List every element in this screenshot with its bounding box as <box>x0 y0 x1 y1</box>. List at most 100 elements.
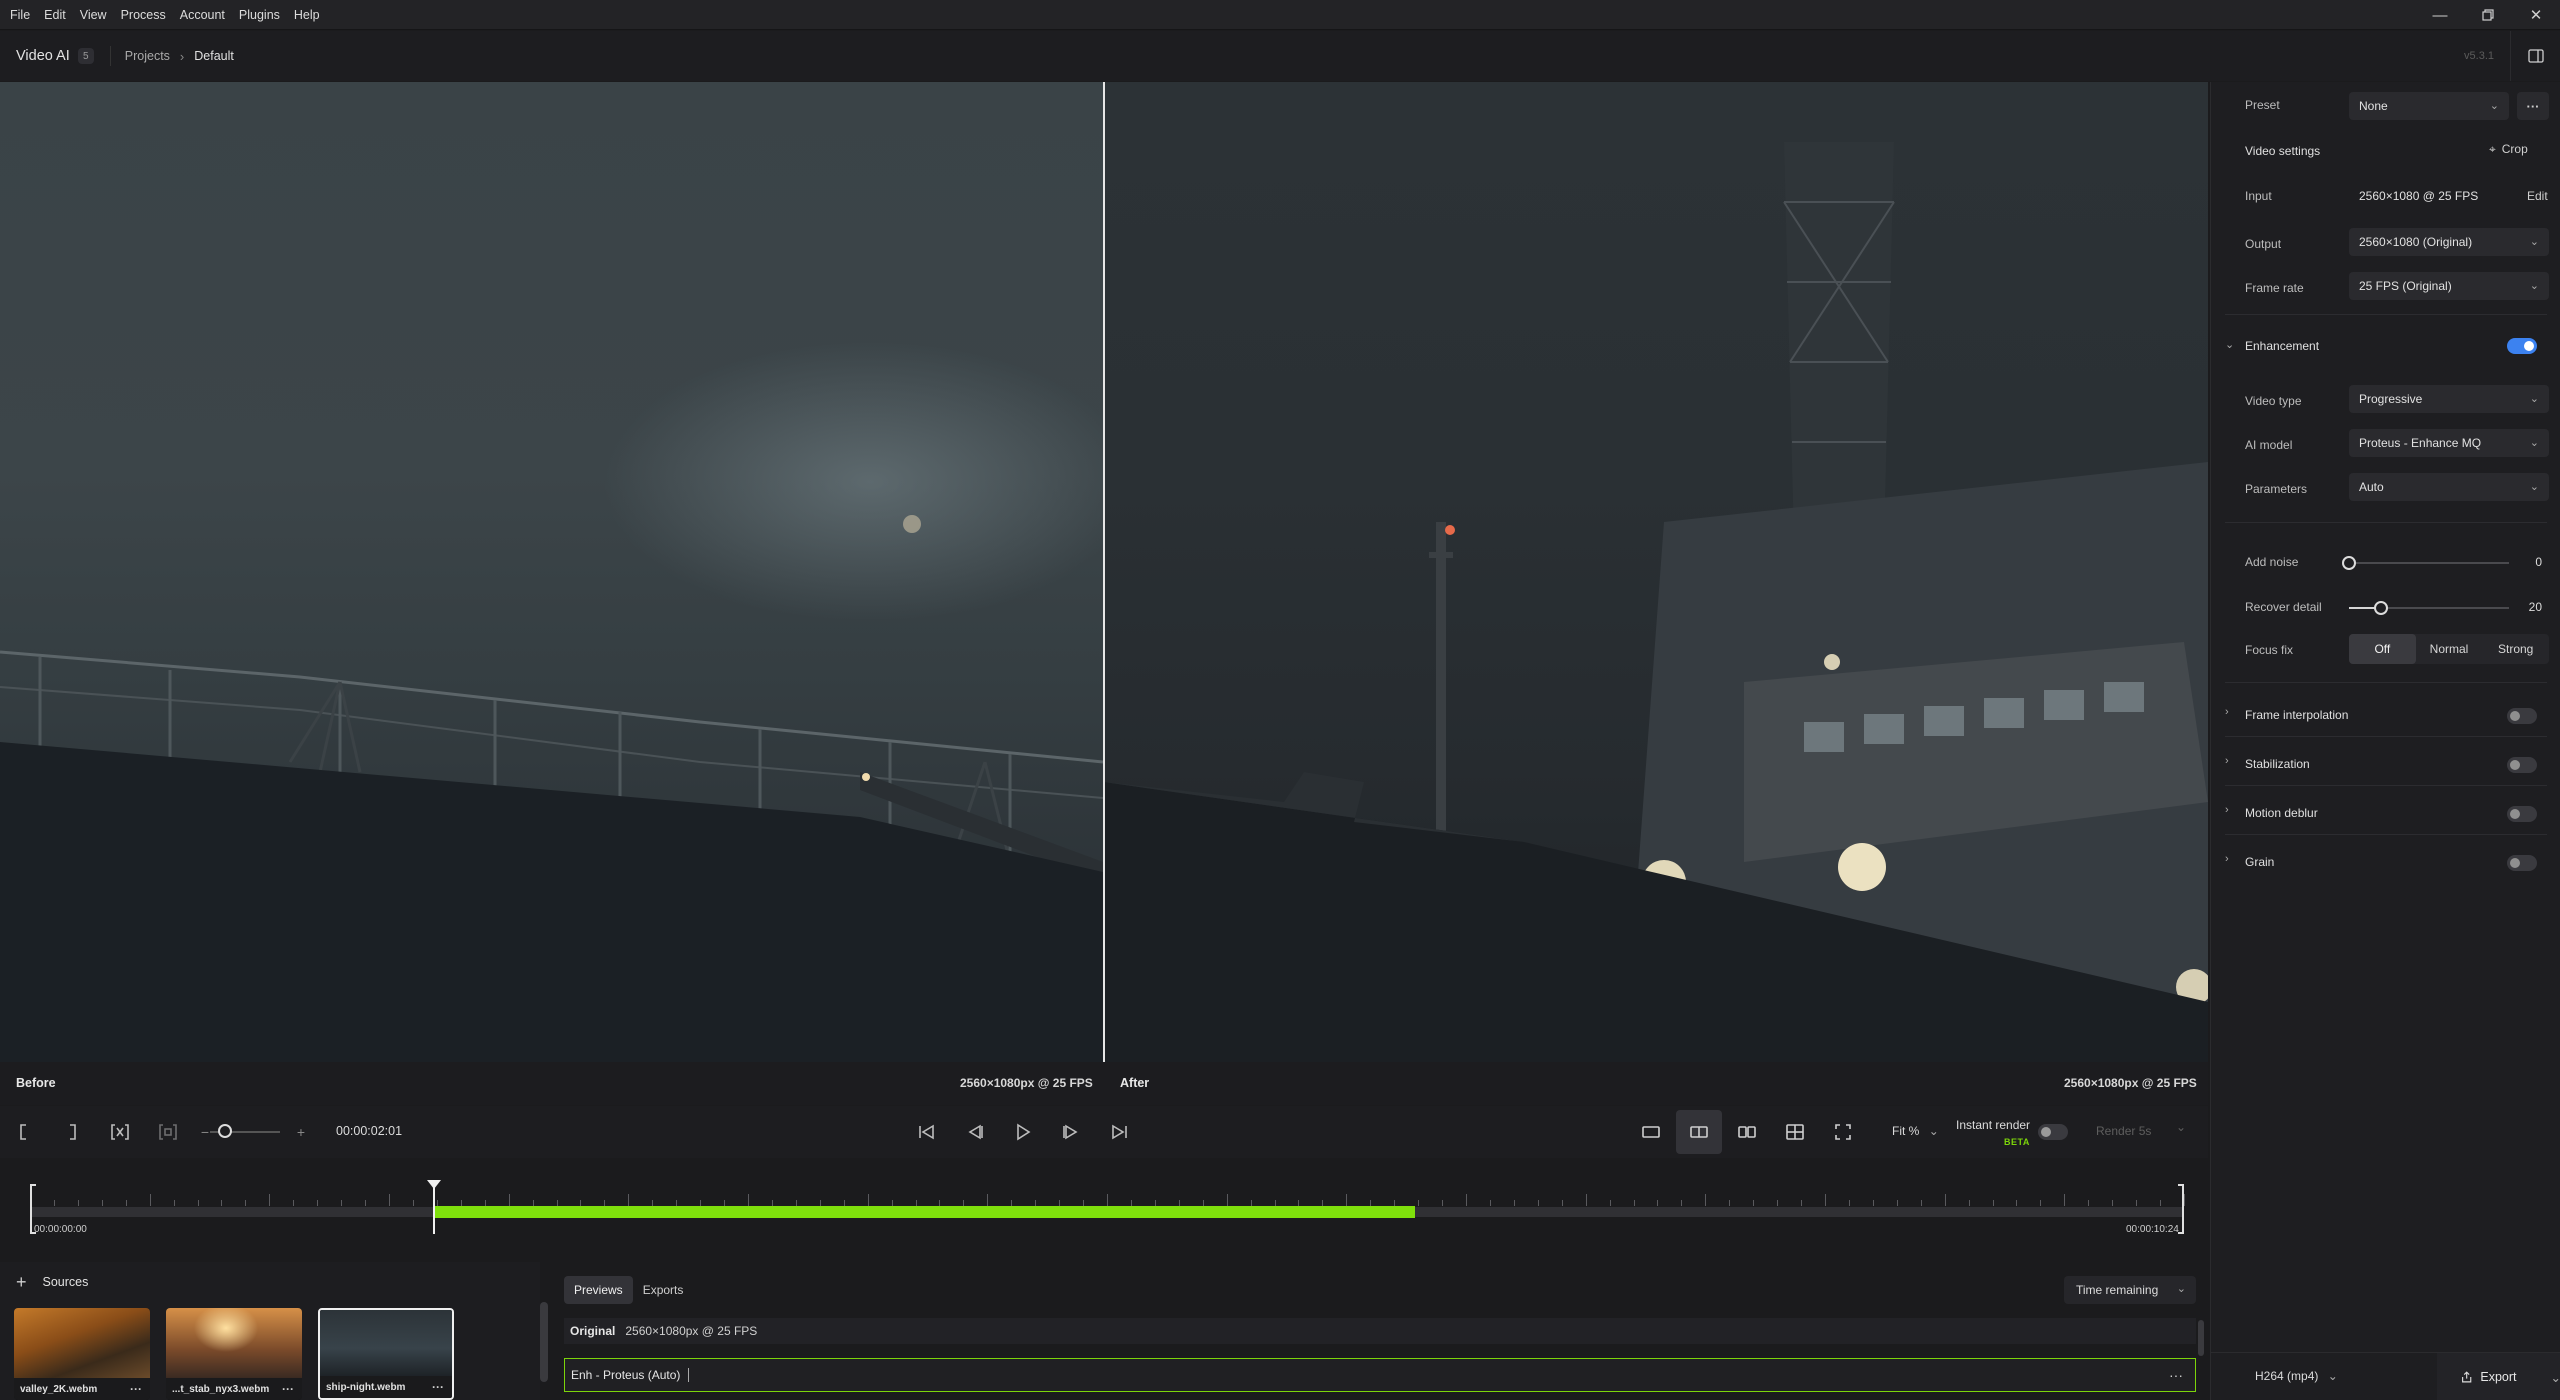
menu-process[interactable]: Process <box>121 8 166 22</box>
add-noise-knob[interactable] <box>2342 556 2356 570</box>
codec-select[interactable]: H264 (mp4) ⌄ <box>2255 1369 2338 1383</box>
frame-interpolation-title[interactable]: Frame interpolation <box>2245 708 2348 722</box>
chevron-right-icon[interactable]: › <box>2225 706 2229 718</box>
source-more-icon[interactable]: ··· <box>432 1380 444 1394</box>
crop-icon: ⌖ <box>2489 142 2496 156</box>
zoom-in-button[interactable]: + <box>294 1106 308 1158</box>
chevron-right-icon[interactable]: › <box>2225 804 2229 816</box>
stabilization-title[interactable]: Stabilization <box>2245 757 2310 771</box>
timeline-tick <box>1825 1194 1826 1206</box>
source-thumbnail[interactable]: ...t_stab_nyx3.webm ··· <box>166 1308 302 1400</box>
timeline-tick <box>365 1200 367 1206</box>
source-more-icon[interactable]: ··· <box>130 1382 142 1396</box>
fit-zoom-select[interactable]: Fit % ⌄ <box>1892 1124 1939 1138</box>
chevron-down-icon[interactable]: ⌄ <box>2225 338 2234 351</box>
recover-detail-knob[interactable] <box>2374 601 2388 615</box>
recover-detail-slider[interactable] <box>2349 601 2509 615</box>
grain-title[interactable]: Grain <box>2245 855 2274 869</box>
add-noise-value: 0 <box>2535 555 2542 569</box>
after-frame[interactable] <box>1104 82 2208 1062</box>
fullscreen-button[interactable] <box>1820 1110 1866 1154</box>
zoom-slider-knob[interactable] <box>218 1124 232 1138</box>
minimize-icon[interactable]: — <box>2416 0 2464 30</box>
input-edit-button[interactable]: Edit <box>2527 189 2548 203</box>
recover-detail-label: Recover detail <box>2245 600 2322 614</box>
tab-previews[interactable]: Previews <box>564 1276 633 1304</box>
split-view-button[interactable] <box>1676 1110 1722 1154</box>
menu-plugins[interactable]: Plugins <box>239 8 280 22</box>
grain-toggle[interactable] <box>2507 855 2537 871</box>
menu-file[interactable]: File <box>10 8 30 22</box>
skip-start-button[interactable] <box>914 1106 940 1158</box>
stabilization-toggle[interactable] <box>2507 757 2537 773</box>
side-by-side-button[interactable] <box>1724 1110 1770 1154</box>
output-select[interactable]: 2560×1080 (Original) ⌄ <box>2349 228 2549 256</box>
source-thumbnail[interactable]: valley_2K.webm ··· <box>14 1308 150 1400</box>
more-options-icon[interactable]: ··· <box>2169 1367 2183 1383</box>
focus-fix-strong[interactable]: Strong <box>2482 634 2549 664</box>
timeline-tick <box>1872 1200 1874 1206</box>
render-options-chevron-icon[interactable]: ⌄ <box>2176 1120 2186 1134</box>
menu-view[interactable]: View <box>80 8 107 22</box>
motion-deblur-title[interactable]: Motion deblur <box>2245 806 2318 820</box>
playhead[interactable] <box>432 1186 435 1234</box>
preset-select[interactable]: None ⌄ <box>2349 92 2509 120</box>
stacked-view-button[interactable] <box>1772 1110 1818 1154</box>
source-more-icon[interactable]: ··· <box>282 1382 294 1396</box>
mark-in-button[interactable] <box>14 1106 34 1158</box>
single-view-button[interactable] <box>1628 1110 1674 1154</box>
breadcrumb-projects[interactable]: Projects <box>125 49 170 63</box>
render-button[interactable]: Render 5s <box>2096 1124 2151 1138</box>
tab-exports[interactable]: Exports <box>633 1276 694 1304</box>
add-source-button[interactable]: + <box>16 1272 27 1293</box>
before-frame[interactable] <box>0 82 1103 1062</box>
sources-scrollbar[interactable] <box>540 1302 548 1382</box>
snapshot-button[interactable] <box>156 1106 180 1158</box>
playhead-handle[interactable] <box>426 1180 441 1189</box>
output-value: 2560×1080 (Original) <box>2359 235 2473 249</box>
input-label: Input <box>2245 189 2272 203</box>
ai-model-select[interactable]: Proteus - Enhance MQ ⌄ <box>2349 429 2549 457</box>
skip-end-button[interactable] <box>1106 1106 1132 1158</box>
video-type-select[interactable]: Progressive ⌄ <box>2349 385 2549 413</box>
preset-more-button[interactable]: ··· <box>2517 92 2549 120</box>
mark-out-button[interactable] <box>62 1106 82 1158</box>
enhancement-toggle[interactable] <box>2507 338 2537 354</box>
panel-toggle-button[interactable] <box>2510 31 2560 81</box>
step-back-button[interactable] <box>962 1106 988 1158</box>
restore-icon[interactable] <box>2464 0 2512 30</box>
frame-interpolation-toggle[interactable] <box>2507 708 2537 724</box>
motion-deblur-toggle[interactable] <box>2507 806 2537 822</box>
export-button[interactable]: Export ⌄ <box>2437 1353 2560 1400</box>
chevron-down-icon[interactable]: ⌄ <box>2551 1370 2560 1385</box>
enhancement-title: Enhancement <box>2245 339 2320 353</box>
instant-render-toggle[interactable] <box>2038 1124 2068 1140</box>
focus-fix-off[interactable]: Off <box>2349 634 2416 664</box>
parameters-select[interactable]: Auto ⌄ <box>2349 473 2549 501</box>
frame-rate-select[interactable]: 25 FPS (Original) ⌄ <box>2349 272 2549 300</box>
add-noise-slider[interactable] <box>2342 556 2509 570</box>
focus-fix-normal[interactable]: Normal <box>2416 634 2483 664</box>
chevron-down-icon: ⌄ <box>2489 100 2499 112</box>
chevron-right-icon[interactable]: › <box>2225 853 2229 865</box>
source-thumbnail-selected[interactable]: ship-night.webm ··· <box>318 1308 454 1400</box>
chevron-down-icon: ⌄ <box>2529 481 2539 493</box>
clear-marks-button[interactable] <box>108 1106 132 1158</box>
timeline-tick <box>2064 1194 2066 1206</box>
timeline-tick <box>412 1200 414 1206</box>
menu-help[interactable]: Help <box>294 8 320 22</box>
menu-edit[interactable]: Edit <box>44 8 66 22</box>
chevron-right-icon[interactable]: › <box>2225 755 2229 767</box>
crop-button[interactable]: ⌖ Crop <box>2489 142 2528 157</box>
menu-account[interactable]: Account <box>180 8 225 22</box>
compare-divider-handle[interactable] <box>1103 82 1105 1062</box>
output-label: Output <box>2245 237 2282 251</box>
preview-row-enhanced[interactable]: Enh - Proteus (Auto) ··· <box>564 1358 2196 1392</box>
previews-scrollbar[interactable] <box>2198 1320 2204 1356</box>
preview-row-original[interactable]: Original 2560×1080px @ 25 FPS <box>564 1318 2196 1344</box>
close-icon[interactable]: ✕ <box>2512 0 2560 30</box>
timeline[interactable]: 00:00:00:00 00:00:10:24 <box>0 1158 2208 1262</box>
step-forward-button[interactable] <box>1058 1106 1084 1158</box>
play-button[interactable] <box>1010 1106 1036 1158</box>
sort-select[interactable]: Time remaining ⌄ <box>2064 1276 2196 1304</box>
